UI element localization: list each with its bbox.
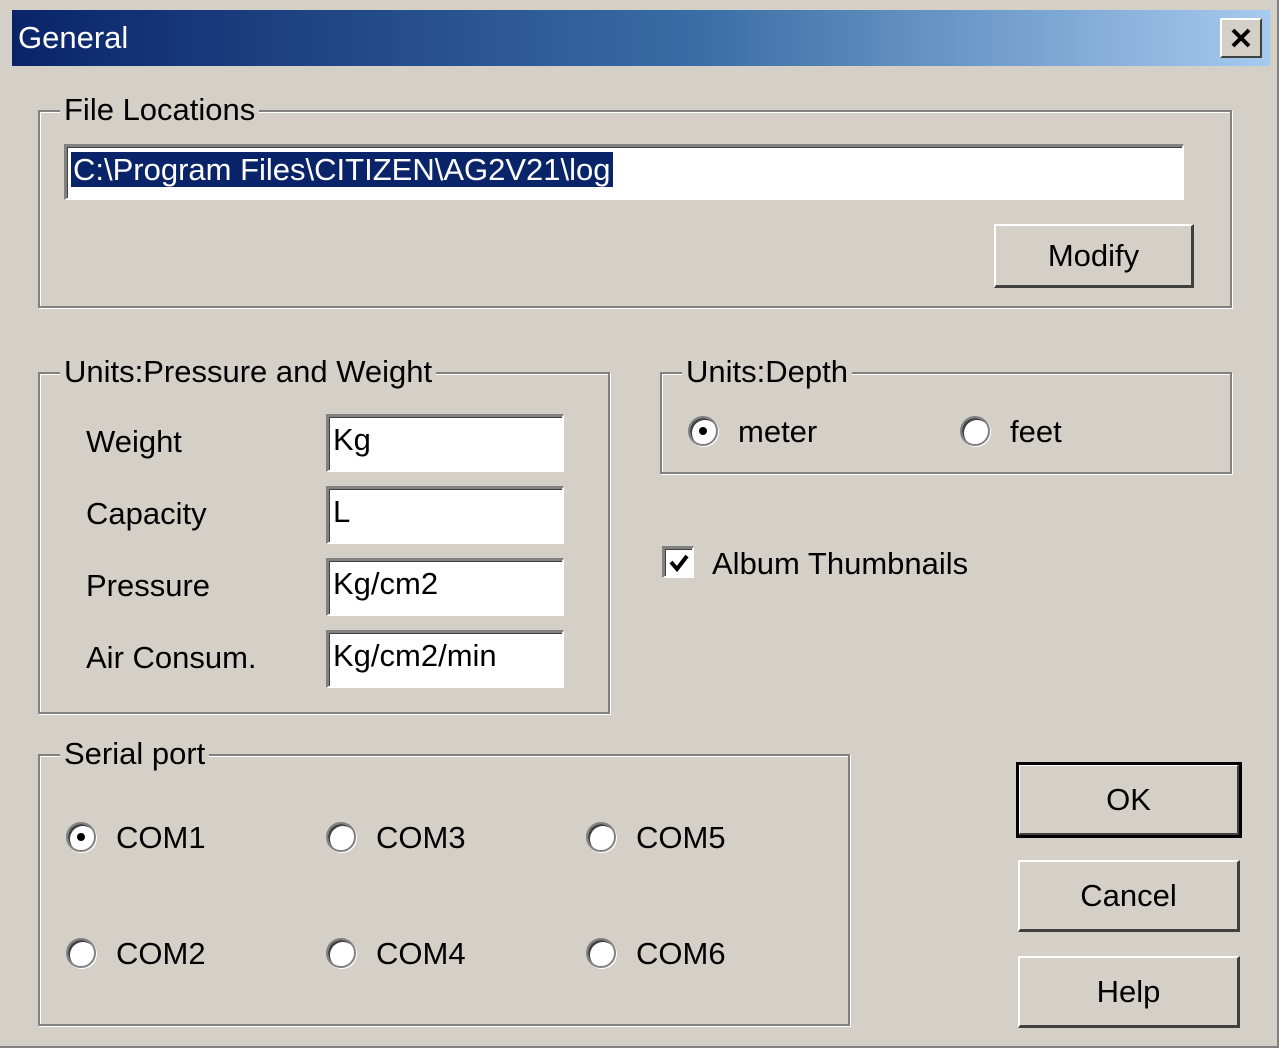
ok-button-label: OK [1106,781,1151,817]
pressure-input[interactable]: Kg/cm2 [326,558,564,616]
pressure-label: Pressure [86,568,211,603]
general-dialog: General File Locations C:\Program Files\… [0,0,1279,1048]
cancel-button[interactable]: Cancel [1018,860,1240,932]
feet-radio-label[interactable]: feet [1010,412,1062,452]
file-locations-label: File Locations [60,90,260,130]
com2-radio-label[interactable]: COM2 [116,934,206,974]
ok-button[interactable]: OK [1016,762,1242,838]
modify-button[interactable]: Modify [994,224,1194,288]
air-consumption-label: Air Consum. [86,640,257,675]
file-location-path-input[interactable]: C:\Program Files\CITIZEN\AG2V21\log [64,144,1184,200]
units-pressure-weight-group: Units:Pressure and Weight Weight Kg Capa… [38,352,610,714]
capacity-label: Capacity [86,496,207,531]
air-consumption-input[interactable]: Kg/cm2/min [326,630,564,688]
help-button[interactable]: Help [1018,956,1240,1028]
feet-radio[interactable] [960,416,990,446]
units-depth-label: Units:Depth [682,352,852,392]
com2-radio[interactable] [66,938,96,968]
com1-radio[interactable] [66,822,96,852]
help-button-label: Help [1096,973,1161,1009]
weight-input[interactable]: Kg [326,414,564,472]
title-bar[interactable]: General [12,10,1270,66]
close-button[interactable] [1220,18,1262,58]
com3-radio-label[interactable]: COM3 [376,818,466,858]
com5-radio-label[interactable]: COM5 [636,818,726,858]
meter-radio-label[interactable]: meter [738,412,817,452]
com4-radio-label[interactable]: COM4 [376,934,466,974]
com1-radio-label[interactable]: COM1 [116,818,206,858]
meter-radio[interactable] [688,416,718,446]
album-thumbnails-label[interactable]: Album Thumbnails [712,544,968,584]
weight-value: Kg [333,422,371,457]
modify-button-label: Modify [1047,237,1140,273]
air-consumption-value: Kg/cm2/min [333,638,497,673]
pressure-value: Kg/cm2 [333,566,439,601]
weight-label: Weight [86,424,182,459]
capacity-value: L [333,494,351,529]
cancel-button-label: Cancel [1080,877,1177,913]
serial-port-label: Serial port [60,734,210,774]
com4-radio[interactable] [326,938,356,968]
com6-radio[interactable] [586,938,616,968]
serial-port-group: Serial port COM1 COM2 COM3 COM4 COM5 COM… [38,734,850,1026]
com3-radio[interactable] [326,822,356,852]
album-thumbnails-checkbox[interactable] [662,546,694,578]
file-location-path-value: C:\Program Files\CITIZEN\AG2V21\log [71,152,613,187]
capacity-input[interactable]: L [326,486,564,544]
units-depth-group: Units:Depth meter feet [660,352,1232,474]
checkmark-icon [668,554,689,572]
com5-radio[interactable] [586,822,616,852]
com6-radio-label[interactable]: COM6 [636,934,726,974]
file-locations-group: File Locations C:\Program Files\CITIZEN\… [38,90,1232,308]
units-pressure-weight-label: Units:Pressure and Weight [60,352,437,392]
window-title: General [18,20,129,55]
close-icon [1231,28,1251,48]
